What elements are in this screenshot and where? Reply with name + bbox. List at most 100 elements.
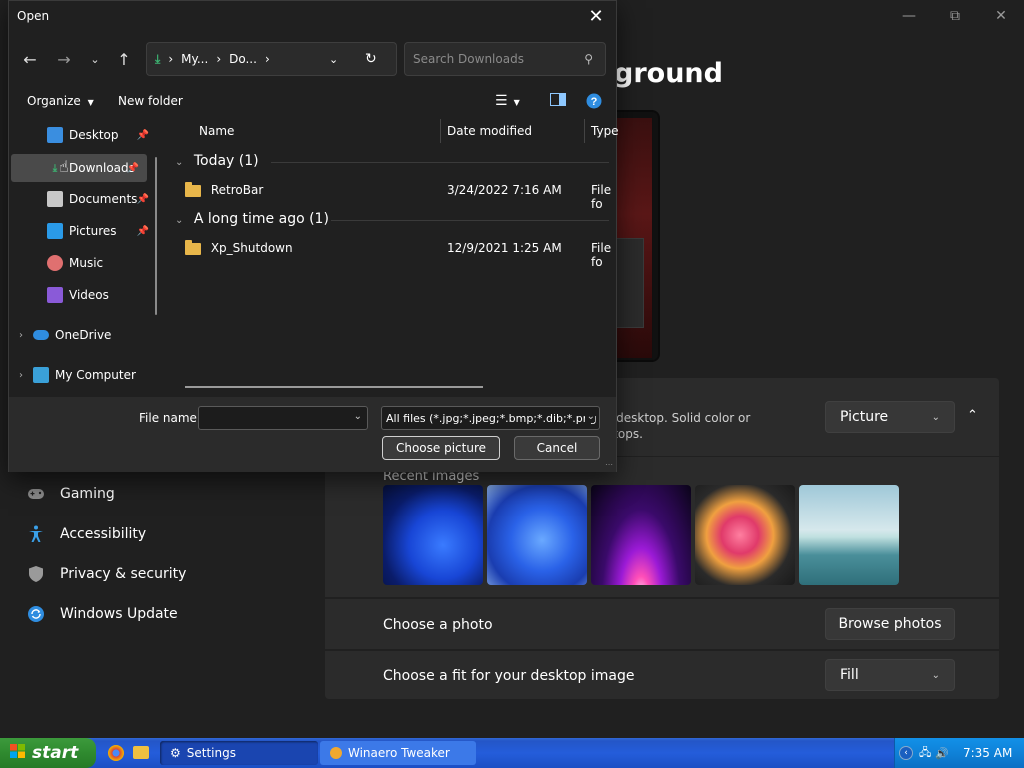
- chevron-down-icon[interactable]: ⌄: [329, 53, 338, 66]
- chevron-right-icon[interactable]: ›: [19, 330, 23, 341]
- sidebar-item-downloads[interactable]: ⤓ Downloads 📌: [11, 154, 147, 182]
- sidebar-item-onedrive[interactable]: › OneDrive: [19, 321, 159, 349]
- sidebar-item-videos[interactable]: Videos: [47, 281, 157, 309]
- recent-image-thumb[interactable]: [799, 485, 899, 585]
- sidebar-scrollbar[interactable]: [155, 157, 157, 315]
- help-icon[interactable]: ?: [586, 93, 602, 112]
- file-row[interactable]: Xp_Shutdown 12/9/2021 1:25 AM File fo: [185, 239, 611, 269]
- new-folder-button[interactable]: New folder: [118, 94, 183, 108]
- minimize-icon[interactable]: —: [886, 6, 932, 26]
- sidebar-label: OneDrive: [55, 328, 112, 342]
- choose-photo-label: Choose a photo: [383, 617, 493, 633]
- nav-item-windows-update[interactable]: Windows Update: [26, 602, 178, 626]
- close-icon[interactable]: ✕: [978, 6, 1024, 26]
- nav-item-privacy[interactable]: Privacy & security: [26, 562, 186, 586]
- nav-label: Privacy & security: [60, 566, 187, 582]
- browse-photos-button[interactable]: Browse photos: [825, 608, 955, 640]
- close-icon[interactable]: ✕: [582, 5, 610, 27]
- desktop-icon: [47, 127, 63, 143]
- start-label: start: [32, 743, 79, 763]
- restore-icon[interactable]: ⧉: [932, 6, 978, 26]
- column-header-name[interactable]: Name: [199, 124, 234, 138]
- taskbar-settings[interactable]: ⚙ Settings: [160, 741, 318, 765]
- resize-grip-icon[interactable]: ⋯: [605, 460, 613, 469]
- column-header-date[interactable]: Date modified: [447, 124, 532, 138]
- column-separator[interactable]: [440, 119, 441, 143]
- group-header[interactable]: ⌄ A long time ago (1): [175, 211, 329, 227]
- choose-picture-button[interactable]: Choose picture: [382, 436, 500, 460]
- sidebar-item-desktop[interactable]: Desktop 📌: [47, 121, 157, 149]
- sidebar-label: Music: [69, 256, 104, 270]
- open-file-dialog: Open ✕ ← → ⌄ ↑ ⤓ › My... › Do... › ⌄ ↻ S…: [8, 0, 619, 472]
- taskbar-winaero-tweaker[interactable]: Winaero Tweaker: [320, 741, 476, 765]
- file-name-input[interactable]: ⌄: [198, 406, 368, 430]
- back-arrow-icon[interactable]: ←: [18, 47, 42, 71]
- nav-item-gaming[interactable]: Gaming: [26, 482, 115, 506]
- horizontal-scrollbar[interactable]: [185, 386, 483, 388]
- background-type-dropdown[interactable]: Picture ⌄: [825, 401, 955, 433]
- sidebar-item-pictures[interactable]: Pictures 📌: [47, 217, 157, 245]
- choose-fit-label: Choose a fit for your desktop image: [383, 668, 635, 684]
- view-options-icon[interactable]: ☰ ▼: [495, 93, 520, 109]
- dropdown-value: Fill: [840, 667, 859, 683]
- fit-dropdown[interactable]: Fill ⌄: [825, 659, 955, 691]
- task-label: Winaero Tweaker: [348, 746, 450, 760]
- clock[interactable]: 7:35 AM: [963, 746, 1012, 760]
- group-label: Today (1): [193, 153, 259, 169]
- download-icon: ⤓: [155, 51, 161, 66]
- search-input[interactable]: Search Downloads ⚲: [404, 42, 606, 76]
- network-icon[interactable]: 🖧: [919, 744, 931, 763]
- show-hidden-icons-chevron[interactable]: ‹: [899, 746, 913, 760]
- file-type-value: All files (*.jpg;*.jpeg;*.bmp;*.dib;*.pn…: [386, 411, 597, 425]
- chevron-right-icon[interactable]: ›: [19, 370, 23, 381]
- group-header[interactable]: ⌄ Today (1): [175, 153, 259, 169]
- address-bar[interactable]: ⤓ › My... › Do... › ⌄ ↻: [146, 42, 397, 76]
- file-name-label: File name:: [139, 411, 201, 425]
- nav-label: Accessibility: [60, 526, 147, 542]
- breadcrumb-item[interactable]: Do...: [229, 52, 257, 66]
- chevron-down-icon: ⌄: [931, 411, 940, 423]
- recent-image-thumb[interactable]: [383, 485, 483, 585]
- dialog-title: Open: [17, 9, 50, 23]
- nav-item-accessibility[interactable]: Accessibility: [26, 522, 146, 546]
- file-type-select[interactable]: All files (*.jpg;*.jpeg;*.bmp;*.dib;*.pn…: [381, 406, 600, 430]
- file-explorer-icon[interactable]: [133, 746, 149, 759]
- onedrive-cloud-icon: [33, 330, 49, 340]
- cancel-button[interactable]: Cancel: [514, 436, 600, 460]
- nav-label: Windows Update: [60, 606, 178, 622]
- gear-icon: ⚙: [170, 746, 181, 760]
- recent-locations-chevron-icon[interactable]: ⌄: [83, 47, 107, 71]
- breadcrumb-separator: ›: [264, 52, 270, 66]
- recent-image-thumb[interactable]: [487, 485, 587, 585]
- volume-icon[interactable]: 🔊: [935, 747, 949, 760]
- forward-arrow-icon[interactable]: →: [52, 47, 76, 71]
- file-name: RetroBar: [210, 183, 264, 197]
- sidebar-item-music[interactable]: Music: [47, 249, 157, 277]
- nav-label: Gaming: [60, 486, 115, 502]
- organize-button[interactable]: Organize ▼: [27, 94, 94, 108]
- chevron-down-icon[interactable]: ⌄: [354, 411, 362, 422]
- chrome-icon[interactable]: [108, 745, 124, 761]
- chevron-down-icon: ⌄: [175, 157, 184, 168]
- column-header-type[interactable]: Type: [591, 124, 619, 138]
- breadcrumb-item[interactable]: My...: [181, 52, 208, 66]
- description-line: nt desktop. Solid color or: [600, 411, 751, 425]
- organize-label: Organize: [27, 94, 81, 108]
- file-date: 3/24/2022 7:16 AM: [447, 183, 562, 197]
- recent-image-thumb[interactable]: [591, 485, 691, 585]
- music-icon: [47, 255, 63, 271]
- gamepad-icon: [26, 484, 46, 504]
- sidebar-item-documents[interactable]: Documents 📌: [47, 185, 157, 213]
- chevron-down-icon: ⌄: [584, 411, 595, 422]
- file-date: 12/9/2021 1:25 AM: [447, 241, 562, 255]
- start-button[interactable]: start: [0, 738, 96, 768]
- sidebar-label: Documents: [69, 192, 138, 206]
- refresh-icon[interactable]: ↻: [365, 51, 377, 67]
- file-row[interactable]: RetroBar 3/24/2022 7:16 AM File fo: [185, 181, 611, 211]
- recent-image-thumb[interactable]: [695, 485, 795, 585]
- up-arrow-icon[interactable]: ↑: [112, 47, 136, 71]
- preview-pane-icon[interactable]: [550, 93, 566, 110]
- sidebar-item-my-computer[interactable]: › My Computer: [19, 361, 159, 389]
- column-separator[interactable]: [584, 119, 585, 143]
- chevron-up-icon[interactable]: ⌃: [967, 408, 978, 423]
